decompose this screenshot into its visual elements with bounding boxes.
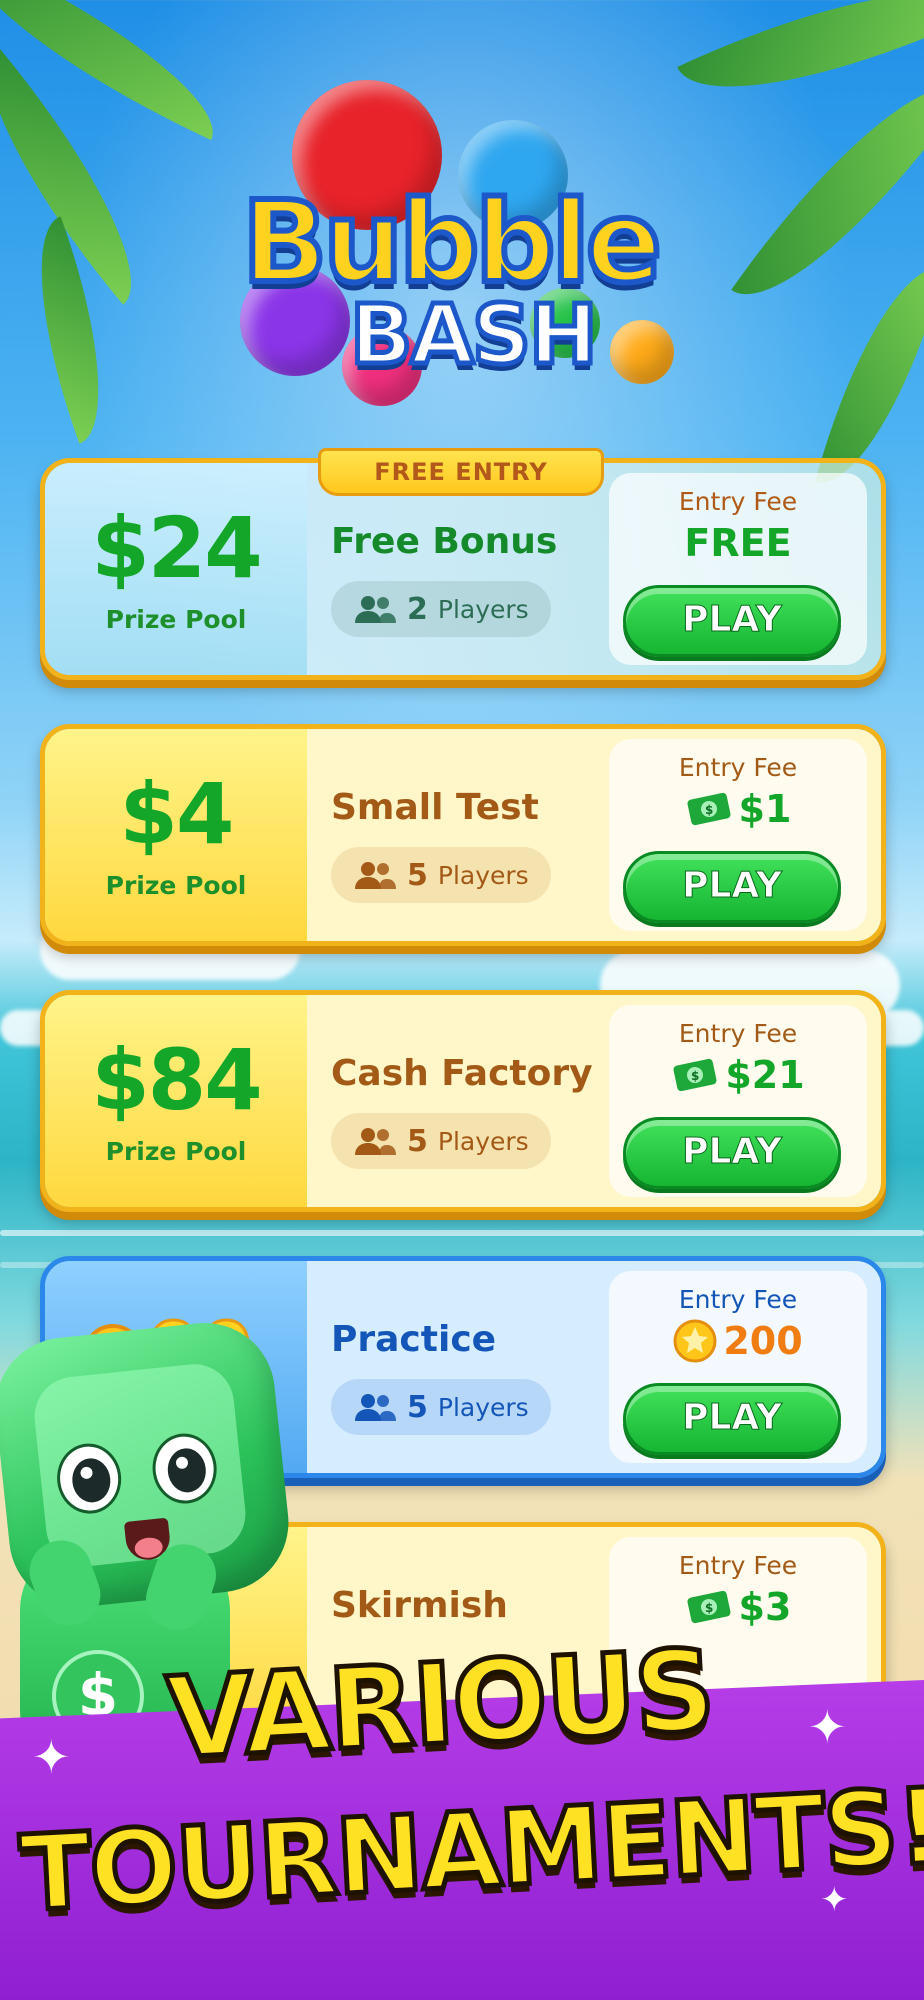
players-pill: 5 Players xyxy=(331,847,551,903)
players-count: 5 xyxy=(407,1123,428,1159)
players-label: Players xyxy=(437,860,529,890)
wave xyxy=(0,1230,924,1236)
entry-fee-amount: 200 xyxy=(723,1319,803,1363)
prize-label: Prize Pool xyxy=(105,871,247,900)
tournament-name: Free Bonus xyxy=(331,521,558,562)
tournament-name: Practice xyxy=(331,1319,497,1360)
cash-icon: $ xyxy=(687,792,731,826)
entry-fee-value: FREE xyxy=(609,521,867,565)
free-entry-banner: FREE ENTRY xyxy=(318,448,604,496)
tournament-name: Skirmish xyxy=(331,1585,508,1626)
players-pill: 5 Players xyxy=(331,1379,551,1435)
players-label: Players xyxy=(437,594,529,624)
sparkle-icon: ✦ xyxy=(32,1730,71,1784)
entry-fee-amount: FREE xyxy=(684,521,792,565)
entry-fee-label: Entry Fee xyxy=(678,1019,798,1048)
players-label: Players xyxy=(437,1392,529,1422)
prize-label: Prize Pool xyxy=(105,605,247,634)
cash-icon: $ xyxy=(673,1058,717,1092)
tournament-name: Small Test xyxy=(331,787,539,828)
logo-subtitle: BASH xyxy=(348,286,601,386)
game-logo: Bubble BASH xyxy=(230,80,690,410)
entry-fee-amount: $21 xyxy=(725,1053,805,1097)
entry-fee-panel: Entry Fee $ $21 PLAY xyxy=(609,1005,867,1197)
entry-fee-label: Entry Fee xyxy=(678,487,798,516)
play-button[interactable]: PLAY xyxy=(623,1117,841,1189)
cash-icon: $ xyxy=(687,1590,731,1624)
entry-fee-value: $ $1 xyxy=(609,787,867,831)
players-label: Players xyxy=(437,1126,529,1156)
prize-amount: $24 xyxy=(91,499,262,597)
players-count: 5 xyxy=(407,1389,428,1425)
players-count: 2 xyxy=(407,591,428,627)
players-count: 5 xyxy=(407,857,428,893)
tournament-card-cash-factory[interactable]: $84 Prize Pool Cash Factory 5 Players En… xyxy=(40,990,886,1212)
entry-fee-panel: Entry Fee $ $1 PLAY xyxy=(609,739,867,931)
tournament-name: Cash Factory xyxy=(331,1053,593,1094)
entry-fee-value: $ $3 xyxy=(609,1585,867,1629)
play-button[interactable]: PLAY xyxy=(623,585,841,657)
svg-text:$: $ xyxy=(691,1069,699,1083)
players-pill: 2 Players xyxy=(331,581,551,637)
entry-fee-label: Entry Fee xyxy=(678,753,798,782)
entry-fee-panel: Entry Fee FREE PLAY xyxy=(609,473,867,665)
svg-text:$: $ xyxy=(705,803,713,817)
players-pill: 5 Players xyxy=(331,1113,551,1169)
entry-fee-panel: Entry Fee 200 PLAY xyxy=(609,1271,867,1463)
prize-amount: $84 xyxy=(91,1031,262,1129)
players-icon xyxy=(355,1394,396,1421)
sparkle-icon: ✦ xyxy=(808,1700,847,1754)
players-icon xyxy=(355,596,396,623)
svg-text:$: $ xyxy=(705,1601,713,1615)
players-icon xyxy=(355,862,396,889)
play-button[interactable]: PLAY xyxy=(623,1383,841,1455)
tournament-card-small-test[interactable]: $4 Prize Pool Small Test 5 Players Entry… xyxy=(40,724,886,946)
prize-amount: $4 xyxy=(119,765,235,863)
entry-fee-label: Entry Fee xyxy=(678,1551,798,1580)
orange-bubble xyxy=(610,320,674,384)
entry-fee-value: 200 xyxy=(609,1319,867,1363)
play-button[interactable]: PLAY xyxy=(623,851,841,923)
coin-icon xyxy=(673,1319,717,1363)
prize-label: Prize Pool xyxy=(105,1137,247,1166)
sparkle-icon: ✦ xyxy=(820,1880,849,1920)
players-icon xyxy=(355,1128,396,1155)
entry-fee-amount: $1 xyxy=(738,787,792,831)
entry-fee-value: $ $21 xyxy=(609,1053,867,1097)
entry-fee-label: Entry Fee xyxy=(678,1285,798,1314)
